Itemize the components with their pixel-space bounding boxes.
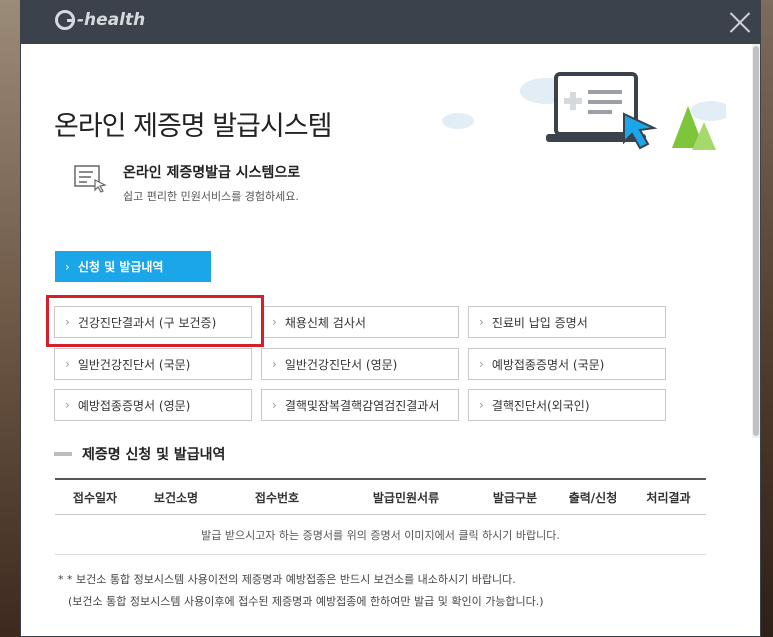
section-bar [54,452,72,456]
cert-label: 일반건강진단서 (국문) [77,357,191,372]
cursor-icon [623,112,658,150]
cert-label: 일반건강진단서 (영문) [284,357,398,372]
highlight-box [46,295,264,347]
col-receipt-number: 접수번호 [254,490,300,505]
titlebar: -health [21,1,760,44]
cert-button-vaccination-en[interactable]: › 예방접종증명서 (영문) [54,389,252,421]
col-issue-type: 발급구분 [492,490,538,505]
cert-label: 채용신체 검사서 [284,315,366,330]
history-table: 접수일자 보건소명 접수번호 발급민원서류 발급구분 출력/신청 처리결과 발급… [55,478,706,555]
scrollbar[interactable] [752,44,760,438]
background-left [0,0,20,637]
history-section-label: 제증명 신청 및 발급내역 [82,447,226,463]
document-cursor-icon [74,165,107,193]
cert-button-employment-exam[interactable]: › 채용신체 검사서 [261,306,459,338]
page-title: 온라인 제증명 발급시스템 [54,111,332,142]
close-button[interactable] [728,10,752,34]
note-line-1: * * 보건소 통합 정보시스템 사용이전의 제증명과 예방접종은 반드시 보건… [58,573,516,586]
cert-button-medical-payment[interactable]: › 진료비 납입 증명서 [468,306,666,338]
g-logo-icon [55,10,75,30]
chevron-right-icon: › [272,357,277,371]
table-empty-message: 발급 받으시고자 하는 증명서를 위의 증명서 이미지에서 클릭 하시기 바랍니… [55,515,706,555]
chevron-right-icon: › [65,259,70,274]
history-section-title: 제증명 신청 및 발급내역 [54,444,225,464]
cert-button-general-health-en[interactable]: › 일반건강진단서 (영문) [261,348,459,380]
note-line-2: (보건소 통합 정보시스템 사용이후에 접수된 제증명과 예방접종에 한하여만 … [68,595,544,608]
chevron-right-icon: › [479,398,484,412]
cert-label: 예방접종증명서 (영문) [77,398,191,413]
col-document: 발급민원서류 [372,490,440,505]
cert-label: 예방접종증명서 (국문) [491,357,605,372]
cert-button-tb-screening[interactable]: › 결핵및잠복결핵감염검진결과서 [261,389,459,421]
col-result: 처리결과 [646,490,691,505]
g-health-logo: -health [55,10,145,30]
scrollbar-thumb[interactable] [753,46,759,436]
intro-title: 온라인 제증명발급 시스템으로 [123,165,301,181]
hero-illustration [442,72,726,150]
col-receipt-date: 접수일자 [72,490,118,505]
chevron-right-icon: › [272,398,277,412]
chevron-right-icon: › [65,357,70,371]
cert-label: 결핵진단서(외국인) [491,398,590,413]
table-header: 접수일자 보건소명 접수번호 발급민원서류 발급구분 출력/신청 처리결과 [55,478,706,515]
logo-text: -health [77,10,146,30]
cloud-icon [442,113,474,129]
col-print-apply: 출력/신청 [568,490,618,505]
cert-button-tb-foreigner[interactable]: › 결핵진단서(외국인) [468,389,666,421]
cert-button-vaccination-kr[interactable]: › 예방접종증명서 (국문) [468,348,666,380]
cert-label: 진료비 납입 증명서 [491,315,588,330]
popup-window: -health 온라인 제증명 발급시스템 온라인 제증명발급 시스템으로 쉽고… [20,0,761,637]
intro-subtitle: 쉽고 편리한 민원서비스를 경험하세요. [123,190,299,203]
col-health-center: 보건소명 [153,490,199,505]
chevron-right-icon: › [272,315,277,329]
cloud-icon [691,101,726,121]
cert-label: 결핵및잠복결핵감염검진결과서 [284,398,440,413]
content-area: 온라인 제증명 발급시스템 온라인 제증명발급 시스템으로 쉽고 편리한 민원서… [21,44,754,637]
chevron-right-icon: › [65,398,70,412]
chevron-right-icon: › [479,315,484,329]
tab-label: 신청 및 발급내역 [77,260,164,274]
chevron-right-icon: › [479,357,484,371]
cert-button-general-health-kr[interactable]: › 일반건강진단서 (국문) [54,348,252,380]
tab-application-history[interactable]: › 신청 및 발급내역 [55,251,211,282]
notes: * * 보건소 통합 정보시스템 사용이전의 제증명과 예방접종은 반드시 보건… [58,569,544,613]
